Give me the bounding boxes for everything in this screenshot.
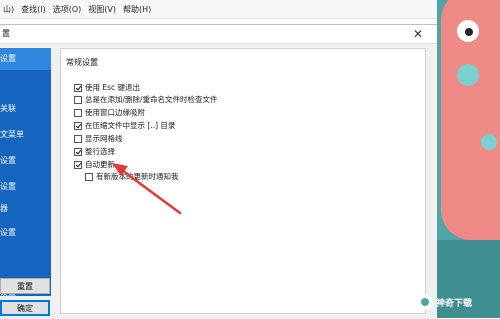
desktop-background-art xyxy=(437,0,500,318)
reset-button[interactable]: 重置 xyxy=(0,278,50,294)
checkbox[interactable] xyxy=(85,172,93,181)
option-label: 有新版本的更新时通知我 xyxy=(96,172,179,181)
close-icon[interactable]: ✕ xyxy=(408,25,428,43)
option-window-snap[interactable]: 使用窗口边缘吸附 xyxy=(74,107,145,118)
option-grid-lines[interactable]: 显示网格线 xyxy=(74,133,123,144)
sidebar-item-general[interactable]: 设置 xyxy=(0,48,51,70)
option-label: 显示网格线 xyxy=(85,134,123,143)
option-show-parent-dir[interactable]: 在压缩文件中显示 [..] 目录 xyxy=(74,120,175,131)
menu-item-find[interactable]: 查找(I) xyxy=(18,4,50,15)
ok-button[interactable]: 确定 xyxy=(0,300,50,316)
dialog-title: 置 xyxy=(2,29,10,38)
checkbox[interactable] xyxy=(74,134,82,143)
option-esc-exit[interactable]: 使用 Esc 键退出 xyxy=(74,82,140,93)
sidebar-item-association[interactable]: 关联 xyxy=(0,98,51,120)
general-settings-panel: 常规设置 使用 Esc 键退出 总是在添加/删除/重命名文件时检查文件 使用窗口… xyxy=(60,48,426,314)
watermark: 神奇下载 xyxy=(417,290,500,314)
checkbox[interactable] xyxy=(74,160,82,169)
menu-item-help[interactable]: 帮助(H) xyxy=(120,4,155,15)
menu-item-file[interactable]: 山) xyxy=(0,4,18,15)
option-notify-new-version[interactable]: 有新版本的更新时通知我 xyxy=(85,171,179,182)
option-full-row-select[interactable]: 整行选择 xyxy=(74,146,115,157)
option-label: 总是在添加/删除/重命名文件时检查文件 xyxy=(85,95,218,104)
option-check-files[interactable]: 总是在添加/删除/重命名文件时检查文件 xyxy=(74,94,218,105)
robot-pupil xyxy=(465,28,473,36)
checkbox[interactable] xyxy=(74,83,82,92)
sidebar-item-settings-b[interactable]: 设置 xyxy=(0,176,51,198)
panel-title: 常规设置 xyxy=(66,58,98,67)
sidebar-item-context-menu[interactable]: 文菜单 xyxy=(0,124,51,146)
menu-item-view[interactable]: 视图(V) xyxy=(85,4,120,15)
checkbox[interactable] xyxy=(74,121,82,130)
sidebar-item-viewer[interactable]: 器 xyxy=(0,198,51,220)
option-label: 自动更新 xyxy=(85,160,115,169)
checkbox[interactable] xyxy=(74,147,82,156)
option-auto-update[interactable]: 自动更新 xyxy=(74,159,115,170)
option-label: 使用 Esc 键退出 xyxy=(85,83,141,92)
settings-dialog: 置 ✕ 设置 关联 文菜单 设置 设置 器 设置 设置 重置 确定 常规设置 使… xyxy=(0,24,437,319)
bubble-decoration xyxy=(457,64,479,86)
watermark-logo-icon xyxy=(417,294,433,310)
menu-item-options[interactable]: 选项(O) xyxy=(50,4,86,15)
app-menubar: 山) 查找(I) 选项(O) 视图(V) 帮助(H) xyxy=(0,0,437,19)
option-label: 在压缩文件中显示 [..] 目录 xyxy=(85,121,176,130)
option-label: 整行选择 xyxy=(85,147,115,156)
dialog-titlebar: 置 ✕ xyxy=(0,25,437,44)
settings-sidebar: 设置 关联 文菜单 设置 设置 器 设置 设置 xyxy=(0,48,51,297)
checkbox[interactable] xyxy=(74,108,82,117)
checkbox[interactable] xyxy=(74,95,82,104)
bubble-decoration xyxy=(481,134,497,150)
sidebar-item-settings-a[interactable]: 设置 xyxy=(0,150,51,172)
watermark-text: 神奇下载 xyxy=(436,298,473,309)
option-label: 使用窗口边缘吸附 xyxy=(85,108,145,117)
sidebar-item-settings-c[interactable]: 设置 xyxy=(0,222,51,244)
